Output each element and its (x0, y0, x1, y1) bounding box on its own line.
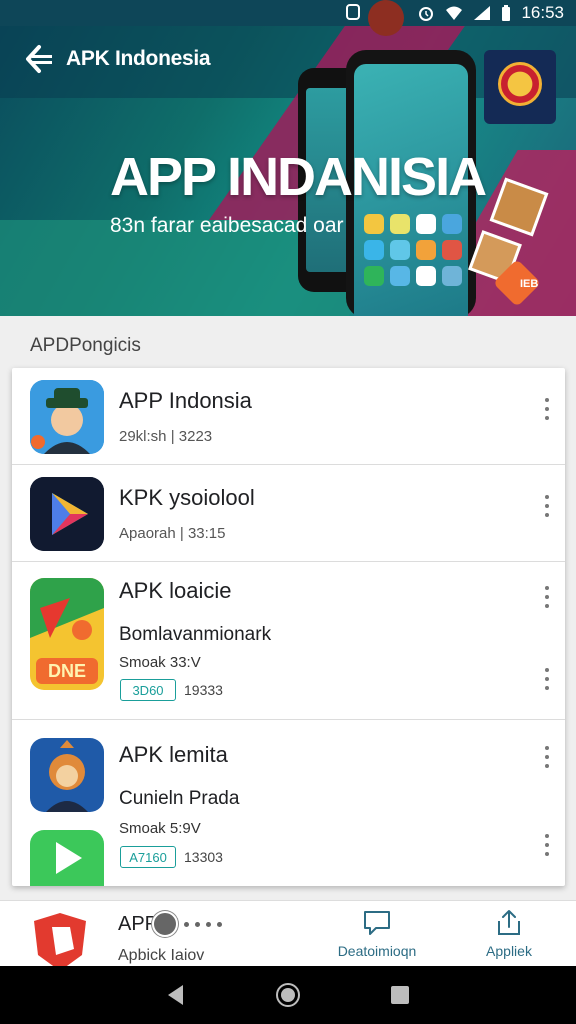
bottom-bar: APP Apbick Iaiov Deatoimioqn Appliek (0, 900, 576, 971)
download-count: 19333 (184, 682, 223, 698)
share-icon (498, 910, 520, 935)
version-tag: 3D60 (120, 679, 176, 701)
tab-label: Appliek (486, 943, 532, 959)
apk-logo-icon (26, 45, 52, 73)
app-name: APP Indonsia (119, 388, 252, 413)
app-list-item[interactable]: APK lemita Cunieln Prada Smoak 5:9V A716… (12, 720, 565, 886)
tab-label: Deatoimioqn (337, 943, 417, 959)
app-list: APP Indonsia 29kl:sh | 3223 KPK ysoioloo… (12, 368, 565, 886)
battery-icon (502, 5, 511, 21)
clock: 16:53 (521, 3, 564, 22)
hero-title: APP INDANISIA (110, 147, 487, 207)
hero-banner[interactable]: IEB APK Indonesia APP INDANISIA 83n fara… (0, 0, 576, 316)
app-meta: 29kl:sh | 3223 (119, 428, 213, 445)
app-name: APK lemita (119, 742, 228, 767)
download-count: 13303 (184, 849, 223, 865)
app-meta: Apaorah | 33:15 (119, 525, 226, 542)
more-options-icon[interactable] (543, 586, 551, 608)
detective-character-icon (30, 380, 104, 454)
section-title: APDPongicis (30, 335, 141, 356)
app-list-item[interactable]: DNE APK loaicie Bomlavanmionark Smoak 33… (12, 562, 565, 720)
play-arrow-icon (30, 830, 104, 886)
more-options-icon[interactable] (543, 668, 551, 690)
more-options-icon[interactable] (543, 398, 551, 420)
avatar (152, 911, 178, 937)
wifi-icon (446, 6, 463, 20)
status-bar: 16:53 (0, 0, 576, 26)
medal-card (484, 50, 556, 124)
back-icon[interactable] (163, 982, 189, 1008)
side-badge-label: IEB (520, 278, 539, 290)
recents-icon[interactable] (387, 982, 413, 1008)
tab-appliek[interactable]: Appliek (454, 909, 564, 959)
home-icon[interactable] (275, 982, 301, 1008)
more-options-icon[interactable] (543, 495, 551, 517)
version-tag: A7160 (120, 846, 176, 868)
notification-icon (346, 4, 360, 20)
play-store-icon (30, 477, 104, 551)
app-detail: Smoak 33:V (119, 654, 201, 671)
app-list-item[interactable]: APP Indonsia 29kl:sh | 3223 (12, 368, 565, 465)
app-list-item[interactable]: KPK ysoiolool Apaorah | 33:15 (12, 465, 565, 562)
bottom-subtitle: Apbick Iaiov (118, 947, 205, 964)
game-icon: DNE (30, 578, 104, 690)
more-options-icon[interactable] (543, 834, 551, 856)
monkey-character-icon (30, 738, 104, 812)
app-name: KPK ysoiolool (119, 485, 255, 510)
app-detail: Smoak 5:9V (119, 820, 201, 837)
brand-name: APK Indonesia (66, 47, 211, 70)
app-subtitle: Cunieln Prada (119, 788, 240, 809)
alarm-icon (419, 7, 434, 21)
tab-deatoimioqn[interactable]: Deatoimioqn (322, 909, 432, 959)
loading-indicator (152, 911, 222, 937)
app-name: APK loaicie (119, 578, 232, 603)
shield-icon[interactable] (30, 909, 90, 973)
more-options-icon[interactable] (543, 746, 551, 768)
chat-icon (364, 911, 390, 935)
svg-text:DNE: DNE (48, 661, 86, 681)
hero-subtitle: 83n farar eaibesacad oar (110, 214, 344, 237)
character-avatar-icon (368, 0, 404, 36)
signal-icon (474, 6, 491, 20)
app-subtitle: Bomlavanmionark (119, 624, 272, 645)
system-nav-bar (0, 966, 576, 1024)
brand[interactable]: APK Indonesia (24, 44, 211, 74)
